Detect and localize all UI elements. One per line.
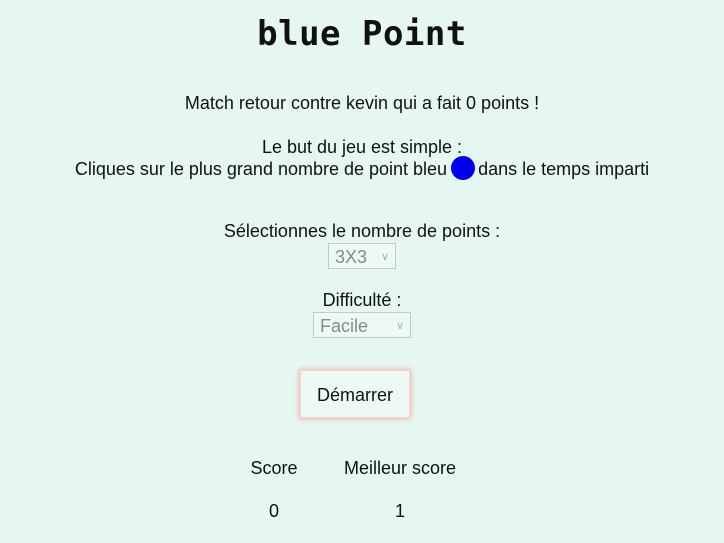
best-score-label: Meilleur score	[343, 458, 457, 478]
goal-line-2: Cliques sur le plus grand nombre de poin…	[0, 156, 724, 181]
chevron-down-icon: ∨	[380, 251, 389, 263]
difficulty-label: Difficulté :	[322, 290, 402, 310]
difficulty-select-value: Facile	[320, 316, 369, 336]
game-title: blue Point	[257, 14, 467, 54]
points-label: Sélectionnes le nombre de points :	[223, 221, 501, 241]
points-select[interactable]: 3X3 ∨	[328, 243, 396, 269]
score-value: 0	[268, 501, 279, 521]
start-button[interactable]: Démarrer	[300, 370, 410, 418]
score-label: Score	[250, 458, 298, 478]
difficulty-select[interactable]: Facile ∨	[313, 312, 411, 338]
best-score-value: 1	[394, 501, 405, 521]
rematch-message: Match retour contre kevin qui a fait 0 p…	[184, 93, 540, 113]
blue-dot-icon	[451, 156, 476, 181]
goal-line-1: Le but du jeu est simple :	[261, 137, 463, 157]
goal-line-2-end: dans le temps imparti	[478, 159, 650, 179]
points-select-value: 3X3	[335, 247, 368, 267]
chevron-down-icon: ∨	[395, 320, 404, 332]
goal-line-2-start: Cliques sur le plus grand nombre de poin…	[74, 159, 448, 179]
